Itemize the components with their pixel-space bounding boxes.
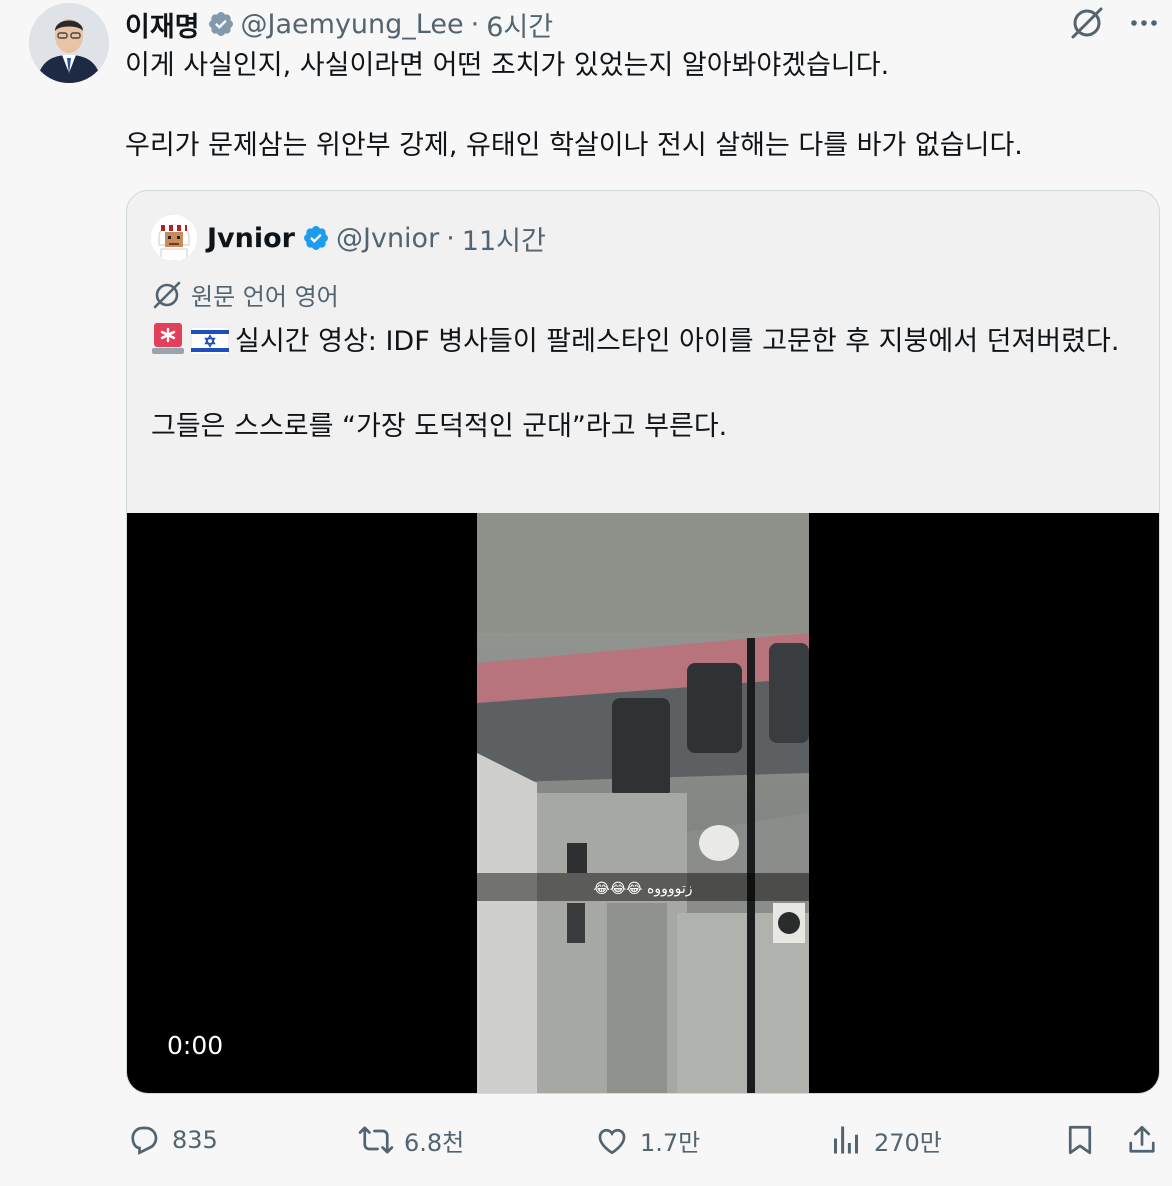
quoted-tweet-header: Jvnior @Jvnior · 11시간	[151, 215, 546, 261]
share-icon	[1124, 1122, 1160, 1158]
repost-count: 6.8천	[404, 1128, 465, 1157]
translate-label: 원문 언어 영어	[191, 283, 339, 311]
reply-count: 835	[172, 1126, 218, 1154]
tweet-actions: 835 6.8천 1.7만 270만	[126, 1118, 1162, 1162]
quoted-author-name[interactable]: Jvnior	[207, 223, 295, 254]
repost-button[interactable]: 6.8천	[358, 1118, 464, 1162]
quoted-tweet-time[interactable]: 11시간	[462, 219, 546, 258]
more-icon[interactable]	[1128, 7, 1160, 39]
quoted-tweet[interactable]: Jvnior @Jvnior · 11시간 원문 언어 영어 실시간 영상: I…	[126, 190, 1160, 1094]
like-button[interactable]: 1.7만	[594, 1118, 700, 1162]
reply-button[interactable]: 835	[126, 1118, 218, 1162]
author-name[interactable]: 이재명	[125, 5, 200, 44]
tweet-top-actions	[1068, 4, 1160, 42]
translate-icon	[151, 279, 183, 311]
tweet-text: 이게 사실인지, 사실이라면 어떤 조치가 있었는지 알아봐야겠습니다. 우리가…	[125, 46, 1135, 166]
quoted-line-2: 그들은 스스로를 “가장 도덕적인 군대”라고 부른다.	[151, 411, 728, 442]
like-icon	[594, 1122, 630, 1158]
like-count: 1.7만	[640, 1128, 701, 1157]
video-frame[interactable]: 😂😂😂 زتووووه	[477, 513, 809, 1093]
verified-grey-icon[interactable]	[207, 10, 235, 38]
israel-flag-emoji	[190, 326, 230, 367]
quoted-line-1: 실시간 영상: IDF 병사들이 팔레스타인 아이를 고문한 후 지붕에서 던져…	[235, 326, 1120, 357]
views-count: 270만	[874, 1128, 942, 1157]
video-caption: 😂😂😂 زتووووه	[593, 881, 692, 897]
video-player[interactable]: 😂😂😂 زتووووه 0:00	[127, 513, 1159, 1093]
quoted-author-avatar[interactable]	[151, 215, 197, 261]
reply-icon	[126, 1122, 162, 1158]
author-avatar[interactable]	[29, 3, 109, 83]
share-button[interactable]	[1124, 1118, 1160, 1162]
tweet-paragraph: 이게 사실인지, 사실이라면 어떤 조치가 있었는지 알아봐야겠습니다.	[125, 50, 890, 81]
views-button[interactable]: 270만	[828, 1118, 942, 1162]
tweet-time[interactable]: 6시간	[486, 5, 553, 44]
translate-notice[interactable]: 원문 언어 영어	[151, 277, 339, 312]
quoted-author-handle[interactable]: @Jvnior	[336, 223, 439, 254]
grok-icon[interactable]	[1068, 4, 1106, 42]
verified-blue-icon[interactable]	[302, 224, 330, 252]
quoted-paragraph: 실시간 영상: IDF 병사들이 팔레스타인 아이를 고문한 후 지붕에서 던져…	[151, 321, 1135, 367]
views-icon	[828, 1122, 864, 1158]
separator-dot: ·	[446, 222, 455, 254]
repost-icon	[358, 1122, 394, 1158]
bookmark-icon	[1062, 1122, 1098, 1158]
bookmark-button[interactable]	[1062, 1118, 1098, 1162]
siren-emoji	[151, 321, 185, 367]
tweet-paragraph: 우리가 문제삼는 위안부 강제, 유태인 학살이나 전시 살해는 다를 바가 없…	[125, 130, 1023, 161]
tweet-header: 이재명 @Jaemyung_Lee · 6시간	[125, 4, 553, 44]
separator-dot: ·	[470, 8, 480, 40]
author-handle[interactable]: @Jaemyung_Lee	[241, 9, 464, 40]
quoted-tweet-text: 실시간 영상: IDF 병사들이 팔레스타인 아이를 고문한 후 지붕에서 던져…	[151, 321, 1135, 447]
video-timestamp: 0:00	[167, 1031, 224, 1060]
